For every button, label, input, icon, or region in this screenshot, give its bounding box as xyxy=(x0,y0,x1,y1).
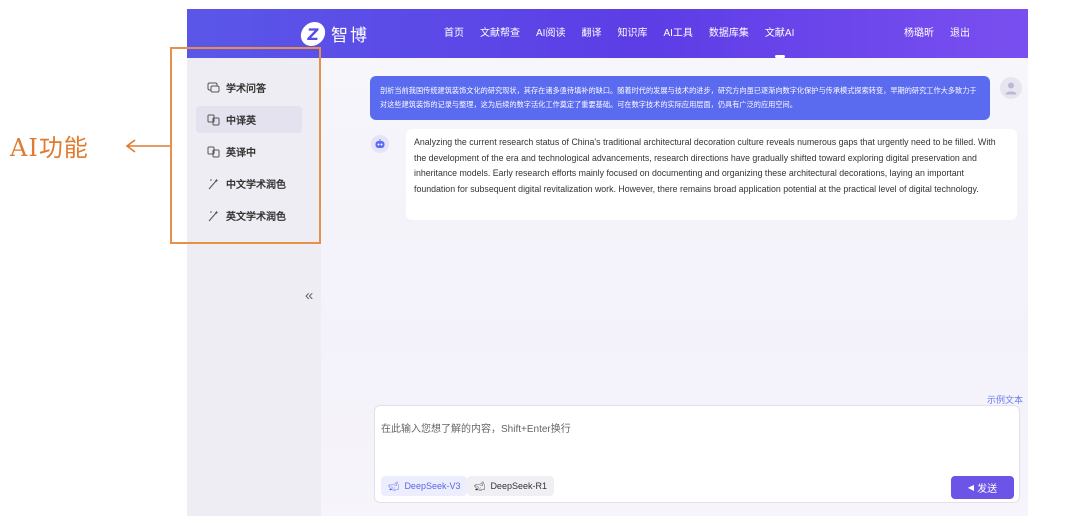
logout-link[interactable]: 退出 xyxy=(950,9,970,58)
nav-database-collection[interactable]: 数据库集 xyxy=(709,9,749,58)
model-label: DeepSeek-R1 xyxy=(490,481,547,491)
whale-icon: 🐋︎ xyxy=(388,480,400,491)
model-deepseek-v3-button[interactable]: 🐋︎ DeepSeek-V3 xyxy=(381,476,468,496)
person-icon xyxy=(1005,82,1017,95)
logo-text: 智博 xyxy=(331,26,369,46)
nav-literature-search[interactable]: 文献帮查 xyxy=(480,9,520,58)
nav-translate[interactable]: 翻译 xyxy=(581,9,601,58)
nav-literature-ai[interactable]: 文献AI xyxy=(765,9,794,58)
send-label: 发送 xyxy=(977,484,998,495)
composer: 🐋︎ DeepSeek-V3 🐋︎ DeepSeek-R1 ◀ 发送 xyxy=(374,405,1020,503)
robot-icon xyxy=(375,139,385,148)
user-message-bubble: 剖析当前我国传统建筑装饰文化的研究现状，其存在诸多亟待填补的缺口。随着时代的发展… xyxy=(370,76,990,120)
message-input[interactable] xyxy=(381,414,1011,444)
whale-icon: 🐋︎ xyxy=(474,480,486,491)
send-button[interactable]: ◀ 发送 xyxy=(951,476,1014,499)
annotation-callout: AI功能 xyxy=(10,128,172,163)
annotation-label: AI功能 xyxy=(10,134,89,162)
user-avatar xyxy=(1000,77,1022,99)
nav-home[interactable]: 首页 xyxy=(444,9,464,58)
logo[interactable]: Z 智博 xyxy=(299,21,369,46)
send-icon: ◀ xyxy=(967,483,975,492)
chat-area: 剖析当前我国传统建筑装饰文化的研究现状，其存在诸多亟待填补的缺口。随着时代的发展… xyxy=(321,58,1028,516)
bot-avatar xyxy=(371,135,389,153)
logo-mark-icon: Z xyxy=(299,21,327,46)
main-nav: 首页 文献帮查 AI阅读 翻译 知识库 AI工具 数据库集 文献AI xyxy=(444,9,810,58)
user-area: 杨璐昕 退出 xyxy=(904,9,986,58)
nav-ai-tools[interactable]: AI工具 xyxy=(663,9,692,58)
arrow-left-icon xyxy=(125,139,172,153)
collapse-sidebar-button[interactable]: « xyxy=(305,287,313,304)
nav-ai-reading[interactable]: AI阅读 xyxy=(536,9,565,58)
ai-function-highlight-box xyxy=(170,47,321,244)
assistant-message-bubble: Analyzing the current research status of… xyxy=(406,129,1017,220)
username[interactable]: 杨璐昕 xyxy=(904,9,934,58)
nav-knowledge-base[interactable]: 知识库 xyxy=(617,9,647,58)
model-deepseek-r1-button[interactable]: 🐋︎ DeepSeek-R1 xyxy=(467,476,554,496)
model-label: DeepSeek-V3 xyxy=(404,481,461,491)
